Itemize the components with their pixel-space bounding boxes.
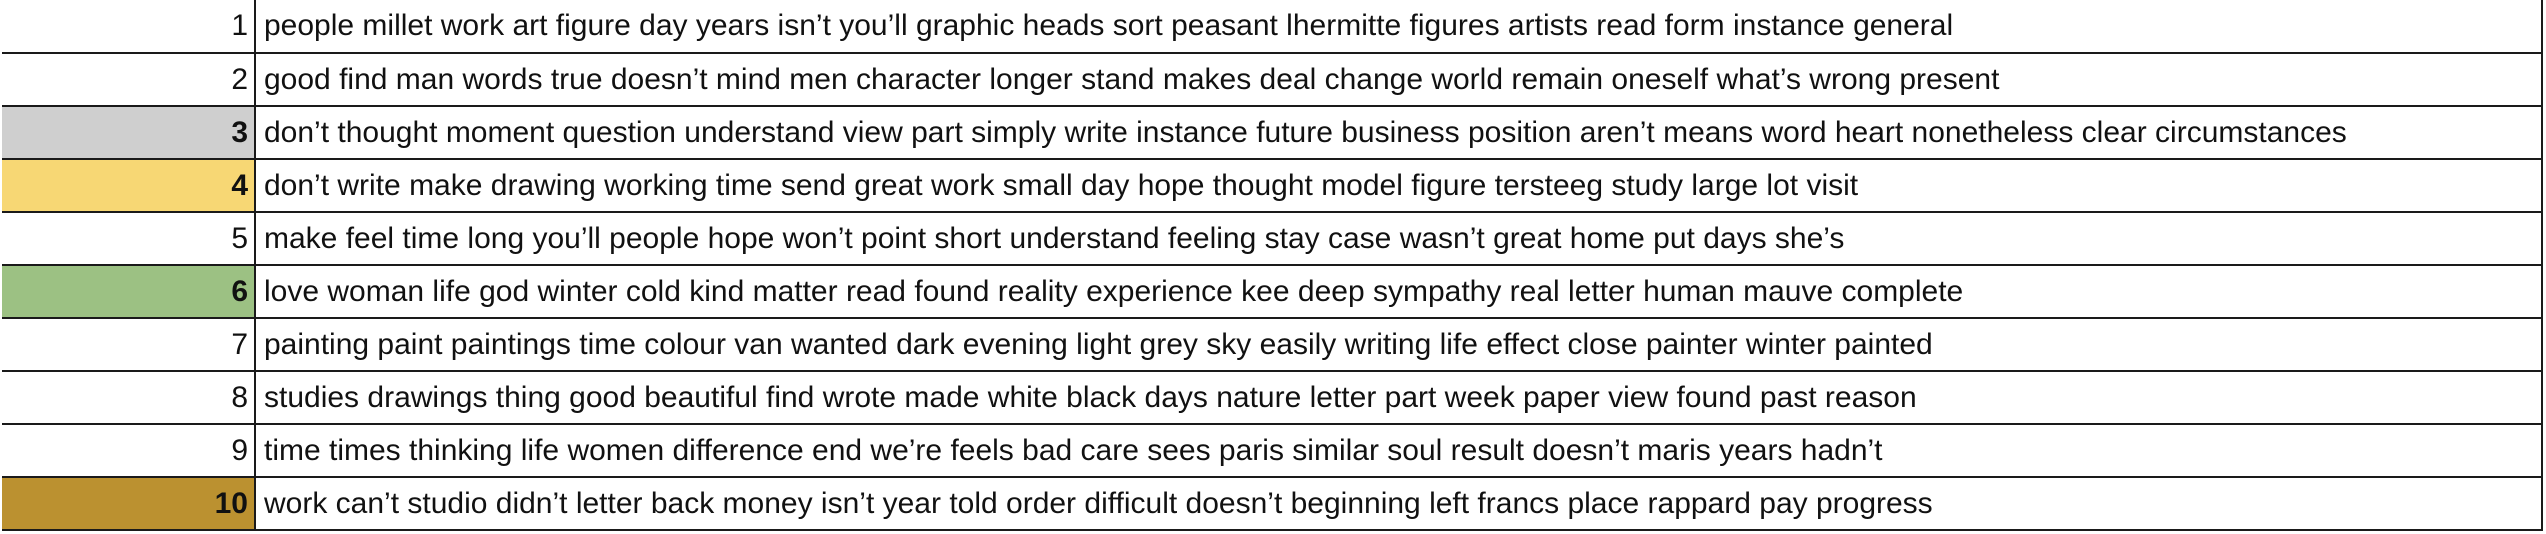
topic-words: love woman life god winter cold kind mat… — [264, 274, 1964, 308]
row-number-cell[interactable]: 10 — [2, 476, 256, 531]
topic-words: good find man words true doesn’t mind me… — [264, 62, 2000, 96]
topic-words-cell[interactable]: studies drawings thing good beautiful fi… — [254, 370, 2543, 425]
topic-words: make feel time long you’ll people hope w… — [264, 221, 1845, 255]
topic-words-cell[interactable]: painting paint paintings time colour van… — [254, 317, 2543, 372]
table-row: 5 make feel time long you’ll people hope… — [2, 211, 2543, 266]
row-number-cell[interactable]: 6 — [2, 264, 256, 319]
table-row: 3 don’t thought moment question understa… — [2, 105, 2543, 160]
topic-words: time times thinking life women differenc… — [264, 433, 1883, 467]
topic-words: studies drawings thing good beautiful fi… — [264, 380, 1917, 414]
row-number-cell[interactable]: 5 — [2, 211, 256, 266]
row-number-cell[interactable]: 3 — [2, 105, 256, 160]
topic-words: painting paint paintings time colour van… — [264, 327, 1933, 361]
table-row: 9 time times thinking life women differe… — [2, 423, 2543, 478]
topic-words-cell[interactable]: good find man words true doesn’t mind me… — [254, 52, 2543, 107]
topic-words-cell[interactable]: work can’t studio didn’t letter back mon… — [254, 476, 2543, 531]
row-number-cell[interactable]: 4 — [2, 158, 256, 213]
table-row: 1 people millet work art figure day year… — [2, 0, 2543, 54]
row-number-cell[interactable]: 2 — [2, 52, 256, 107]
topic-words: work can’t studio didn’t letter back mon… — [264, 486, 1933, 520]
row-number-cell[interactable]: 7 — [2, 317, 256, 372]
topic-words-cell[interactable]: don’t write make drawing working time se… — [254, 158, 2543, 213]
topics-table: 1 people millet work art figure day year… — [2, 0, 2543, 531]
table-row: 2 good find man words true doesn’t mind … — [2, 52, 2543, 107]
table-row: 4 don’t write make drawing working time … — [2, 158, 2543, 213]
topic-words: don’t write make drawing working time se… — [264, 168, 1859, 202]
topic-words-cell[interactable]: don’t thought moment question understand… — [254, 105, 2543, 160]
topic-words-cell[interactable]: make feel time long you’ll people hope w… — [254, 211, 2543, 266]
topic-words-cell[interactable]: time times thinking life women differenc… — [254, 423, 2543, 478]
table-row: 7 painting paint paintings time colour v… — [2, 317, 2543, 372]
row-number-cell[interactable]: 9 — [2, 423, 256, 478]
table-row: 8 studies drawings thing good beautiful … — [2, 370, 2543, 425]
topic-words: don’t thought moment question understand… — [264, 115, 2347, 149]
table-row: 6 love woman life god winter cold kind m… — [2, 264, 2543, 319]
topic-words-cell[interactable]: love woman life god winter cold kind mat… — [254, 264, 2543, 319]
spreadsheet: 1 people millet work art figure day year… — [0, 0, 2546, 534]
row-number-cell[interactable]: 8 — [2, 370, 256, 425]
row-number-cell[interactable]: 1 — [2, 0, 256, 54]
topic-words: people millet work art figure day years … — [264, 9, 1954, 42]
table-row: 10 work can’t studio didn’t letter back … — [2, 476, 2543, 531]
topic-words-cell[interactable]: people millet work art figure day years … — [254, 0, 2543, 54]
